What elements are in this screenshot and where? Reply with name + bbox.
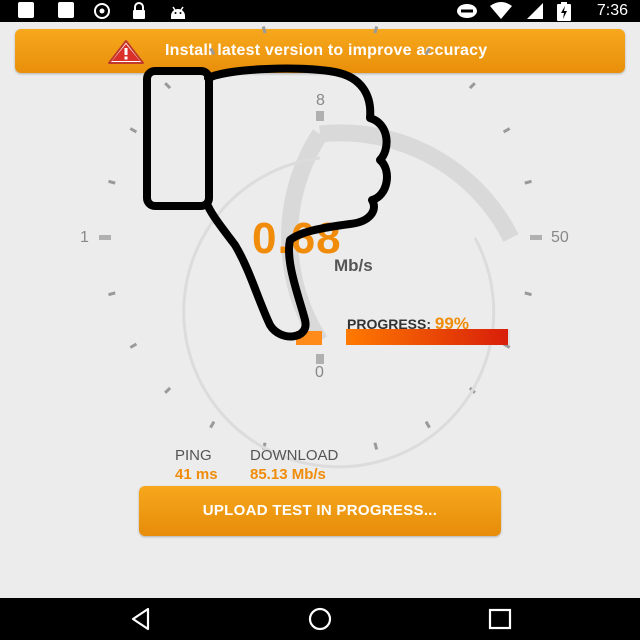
gauge-needle-base (296, 331, 322, 345)
gauge-track (319, 124, 519, 242)
gauge-tick (164, 82, 172, 90)
gauge-label-left: 1 (80, 229, 89, 246)
gauge-tick (209, 47, 216, 56)
gauge-marker-bottom (316, 354, 324, 364)
gauge-tick (129, 127, 138, 134)
ping-label: PING (175, 447, 212, 464)
download-value: 85.13 Mb/s (250, 466, 326, 483)
gauge-tick (524, 291, 532, 297)
speed-unit: Mb/s (334, 256, 373, 275)
gauge-tick (468, 82, 476, 90)
home-icon[interactable] (307, 606, 333, 637)
gauge-marker-right (530, 235, 542, 240)
progress-bar (346, 329, 510, 345)
gauge-tick (261, 26, 267, 34)
gauge-tick (373, 442, 379, 450)
gauge-tick (424, 420, 431, 429)
gauge-tick (502, 127, 511, 134)
back-icon[interactable] (128, 606, 154, 637)
gauge-marker-top (316, 111, 324, 121)
gauge-tick (524, 179, 532, 185)
download-stat: DOWNLOAD 85.13 Mb/s (250, 447, 338, 483)
ping-stat: PING 41 ms (175, 447, 218, 483)
recents-icon[interactable] (487, 606, 513, 637)
gauge-tick (129, 342, 138, 349)
gauge-label-top: 8 (316, 92, 325, 109)
gauge-tick (373, 26, 379, 34)
gauge-tick (108, 291, 116, 297)
navigation-bar (0, 598, 640, 640)
ping-value: 41 ms (175, 466, 218, 483)
progress-bar-fill (346, 329, 509, 345)
gauge-label-bottom: 0 (315, 364, 324, 381)
download-label: DOWNLOAD (250, 447, 339, 464)
gauge-tick (424, 47, 431, 56)
gauge-label-right: 50 (551, 229, 569, 246)
gauge-marker-left (99, 235, 111, 240)
gauge-tick (164, 386, 172, 394)
gauge-inner-ring (182, 156, 496, 469)
speed-value: 0.68 (252, 214, 342, 263)
gauge-tick (108, 179, 116, 185)
gauge-tick (209, 420, 216, 429)
upload-test-button[interactable]: UPLOAD TEST IN PROGRESS... (139, 486, 501, 536)
